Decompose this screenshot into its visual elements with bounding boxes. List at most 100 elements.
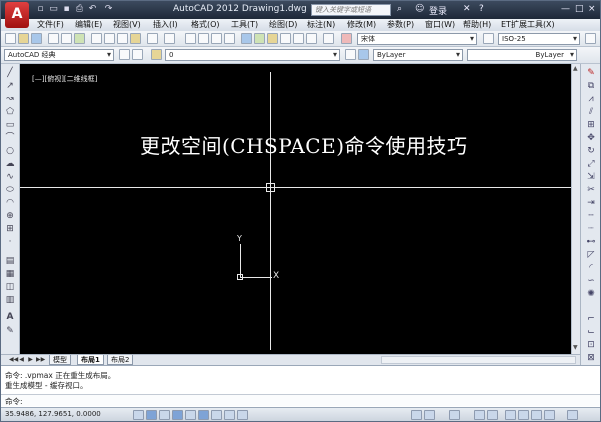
layer-on-icon[interactable] — [151, 49, 162, 60]
gradient-icon[interactable]: ▦ — [4, 269, 16, 279]
paste-icon[interactable] — [117, 33, 128, 44]
array-icon[interactable]: ⊞ — [585, 120, 597, 130]
region-icon[interactable]: ◫ — [4, 282, 16, 292]
command-input[interactable]: 命令: — [1, 394, 600, 406]
fillet-icon[interactable]: ◜ — [585, 263, 597, 273]
save-icon[interactable]: ▪ — [61, 4, 72, 15]
menu-format[interactable]: 格式(O) — [191, 19, 220, 31]
menu-window[interactable]: 窗口(W) — [425, 19, 455, 31]
explode-icon[interactable]: ✺ — [585, 289, 597, 299]
plot-icon[interactable] — [48, 33, 59, 44]
horizontal-scrollbar[interactable] — [381, 356, 576, 364]
hatch-icon[interactable]: ▤ — [4, 256, 16, 266]
coordinate-readout[interactable]: 35.9486, 127.9651, 0.0000 — [5, 410, 101, 418]
circle-icon[interactable]: ○ — [4, 146, 16, 156]
ellipse-icon[interactable]: ⬭ — [4, 185, 16, 195]
redo-toolbar-icon[interactable] — [164, 33, 175, 44]
zoom-previous-icon[interactable] — [224, 33, 235, 44]
copy-object-icon[interactable]: ⧉ — [585, 81, 597, 91]
annotation-scale-icon[interactable] — [449, 410, 460, 420]
vertical-scrollbar[interactable]: ▲ ▼ — [571, 64, 580, 354]
menu-parametric[interactable]: 参数(P) — [387, 19, 414, 31]
lock-icon[interactable] — [518, 410, 529, 420]
named-ucs-icon[interactable]: ⌙ — [585, 327, 597, 337]
cut-icon[interactable] — [91, 33, 102, 44]
ucs-face-icon[interactable]: ⊠ — [585, 353, 597, 363]
publish-icon[interactable] — [74, 33, 85, 44]
menu-express-tools[interactable]: ET扩展工具(X) — [501, 19, 555, 31]
table-icon[interactable]: ▥ — [4, 295, 16, 305]
plot-preview-icon[interactable] — [61, 33, 72, 44]
undo-icon[interactable]: ↶ — [87, 4, 98, 15]
infer-constraints-toggle[interactable] — [133, 410, 144, 420]
prev-tab-button[interactable]: ◀ — [18, 356, 25, 364]
quick-view-layouts-icon[interactable] — [424, 410, 435, 420]
menu-edit[interactable]: 编辑(E) — [75, 19, 102, 31]
dimstyle-select[interactable]: ISO-25 — [498, 33, 580, 45]
viewport-controls-label[interactable]: [—][俯视][二维线框] — [32, 74, 97, 84]
properties-icon[interactable] — [241, 33, 252, 44]
join-icon[interactable]: ⊷ — [585, 237, 597, 247]
grid-toggle[interactable] — [159, 410, 170, 420]
open-file-icon[interactable] — [18, 33, 29, 44]
calculator-icon[interactable] — [306, 33, 317, 44]
insert-block-icon[interactable]: ⊕ — [4, 211, 16, 221]
hardware-acceleration-icon[interactable] — [531, 410, 542, 420]
last-tab-button[interactable]: ▶▶ — [36, 356, 45, 364]
model-space-toggle[interactable] — [411, 410, 422, 420]
tool-palettes-icon[interactable] — [267, 33, 278, 44]
application-menu-button[interactable]: A — [5, 2, 29, 28]
multiline-text-icon[interactable]: A — [4, 312, 16, 322]
extend-icon[interactable]: ⇥ — [585, 198, 597, 208]
auto-scale-icon[interactable] — [487, 410, 498, 420]
tab-model[interactable]: 模型 — [49, 355, 71, 365]
ellipse-arc-icon[interactable]: ◠ — [4, 198, 16, 208]
help-icon[interactable]: ? — [479, 4, 484, 14]
polar-toggle[interactable] — [185, 410, 196, 420]
ucs-world-icon[interactable]: ⊡ — [585, 340, 597, 350]
menu-tools[interactable]: 工具(T) — [231, 19, 258, 31]
mirror-icon[interactable]: ⩘ — [585, 94, 597, 104]
ducs-toggle[interactable] — [224, 410, 235, 420]
maximize-button[interactable]: □ — [575, 4, 584, 14]
otrack-toggle[interactable] — [211, 410, 222, 420]
break-at-point-icon[interactable]: ╌ — [585, 211, 597, 221]
rotate-icon[interactable]: ↻ — [585, 146, 597, 156]
table-style-icon[interactable] — [585, 33, 596, 44]
menu-insert[interactable]: 插入(I) — [153, 19, 178, 31]
ucs-tool-icon[interactable]: ⌐ — [585, 314, 597, 324]
menu-help[interactable]: 帮助(H) — [463, 19, 491, 31]
move-icon[interactable]: ✥ — [585, 133, 597, 143]
point-icon[interactable]: · — [4, 237, 16, 247]
help-toolbar-icon[interactable] — [323, 33, 334, 44]
spline-icon[interactable]: ∿ — [4, 172, 16, 182]
search-input[interactable]: 键入关键字或短语 — [311, 4, 391, 16]
markup-icon[interactable] — [293, 33, 304, 44]
drawing-canvas[interactable]: [—][俯视][二维线框] 更改空间(CHSPACE)命令使用技巧 Y X — [20, 64, 571, 354]
match-properties-icon[interactable] — [130, 33, 141, 44]
qnew-icon[interactable] — [5, 33, 16, 44]
next-tab-button[interactable]: ▶ — [27, 356, 34, 364]
workspace-switch-icon[interactable] — [505, 410, 516, 420]
close-button[interactable]: × — [588, 4, 596, 14]
stretch-icon[interactable]: ⇲ — [585, 172, 597, 182]
lineweight-select[interactable]: ByLayer — [467, 49, 577, 61]
zoom-realtime-icon[interactable] — [198, 33, 209, 44]
user-icon[interactable]: ☺ — [415, 4, 424, 14]
new-icon[interactable]: ▫ — [35, 4, 46, 15]
make-block-icon[interactable]: ⊞ — [4, 224, 16, 234]
save-file-icon[interactable] — [31, 33, 42, 44]
polyline-icon[interactable]: ↝ — [4, 94, 16, 104]
scroll-down-icon[interactable]: ▼ — [573, 344, 578, 351]
design-center-icon[interactable] — [254, 33, 265, 44]
erase-icon[interactable]: ✎ — [585, 68, 597, 78]
make-current-icon[interactable] — [345, 49, 356, 60]
chamfer-icon[interactable]: ◸ — [585, 250, 597, 260]
menu-modify[interactable]: 修改(M) — [347, 19, 376, 31]
ortho-toggle[interactable] — [172, 410, 183, 420]
layer-manager-icon[interactable] — [132, 49, 143, 60]
rectangle-icon[interactable]: ▭ — [4, 120, 16, 130]
scale-icon[interactable]: ⤢ — [585, 159, 597, 169]
snap-toggle[interactable] — [146, 410, 157, 420]
login-button[interactable]: 登录 — [429, 4, 447, 17]
